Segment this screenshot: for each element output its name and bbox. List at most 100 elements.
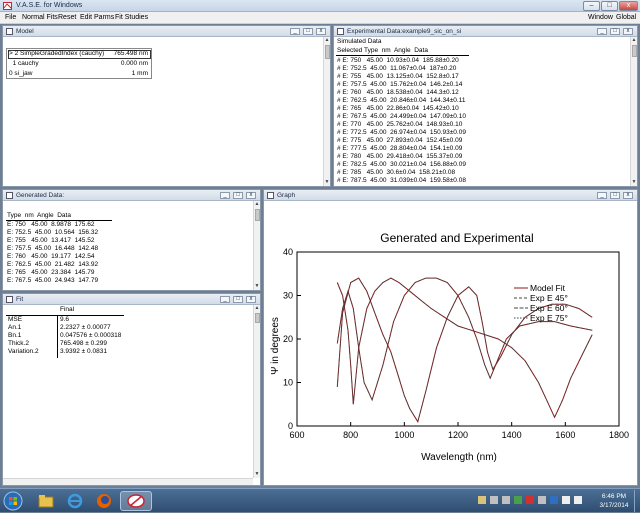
experimental-data-row[interactable]: # E: 777.5 45.00 28.804±0.04 154.1±0.09 [337,145,462,153]
experimental-data-row[interactable]: # E: 750 45.00 10.93±0.04 185.88±0.20 [337,57,459,65]
menu-normal-fits[interactable]: Normal Fits [22,14,58,21]
window-minimize-button[interactable]: _ [597,192,607,199]
experimental-data-row[interactable]: # E: 772.5 45.00 26.974±0.04 150.93±0.09 [337,129,466,137]
tray-icon[interactable] [526,496,534,504]
close-button[interactable]: x [619,1,638,11]
minimize-button[interactable]: – [583,1,600,11]
window-minimize-button[interactable]: _ [290,28,300,35]
window-close-button[interactable]: x [623,192,633,199]
experimental-data-window: Experimental Data:example9_sic_on_si _ □… [333,25,638,187]
experimental-data-row[interactable]: # E: 785 45.00 30.6±0.04 158.21±0.08 [337,169,455,177]
scroll-down-icon[interactable]: ▼ [631,179,637,186]
experimental-data-row[interactable]: # E: 767.5 45.00 24.499±0.04 147.09±0.10 [337,113,466,121]
experimental-data-row[interactable]: # E: 765 45.00 22.86±0.04 145.42±0.10 [337,105,459,113]
chart-title: Generated and Experimental [380,231,533,245]
fit-parameter-value[interactable]: 765.498 ± 0.299 [60,340,107,348]
experimental-scrollbar[interactable]: ▲ ▼ [630,37,637,186]
generated-data-row[interactable]: E: 760 45.00 19.177 142.54 [7,253,94,261]
fit-parameter-value[interactable]: 9.6 [60,316,69,324]
scroll-down-icon[interactable]: ▼ [254,283,260,290]
window-maximize-button[interactable]: □ [233,296,243,303]
tray-icon[interactable] [550,496,558,504]
network-icon[interactable] [562,496,570,504]
y-tick-label: 10 [283,378,293,388]
window-maximize-button[interactable]: □ [233,192,243,199]
model-layer-label[interactable]: 1 cauchy [9,60,39,68]
y-tick-label: 40 [283,247,293,257]
experimental-data-row[interactable]: # E: 762.5 45.00 20.846±0.04 144.34±0.11 [337,97,465,105]
experimental-data-row[interactable]: # E: 775 45.00 27.893±0.04 152.45±0.09 [337,137,462,145]
tray-icon[interactable] [502,496,510,504]
experimental-data-row[interactable]: # E: 755 45.00 13.125±0.04 152.8±0.17 [337,73,459,81]
menu-reset[interactable]: Reset [58,14,76,21]
taskbar-explorer[interactable] [33,491,59,511]
generated-data-row[interactable]: E: 765 45.00 23.384 145.79 [7,269,94,277]
window-minimize-button[interactable]: _ [220,296,230,303]
clock-time: 6:46 PM [601,493,627,500]
experimental-data-row[interactable]: # E: 752.5 45.00 11.067±0.04 187±0.20 [337,65,456,73]
fit-horizontal-scrollbar[interactable] [3,478,253,485]
window-minimize-button[interactable]: _ [220,192,230,199]
generated-data-row[interactable]: E: 767.5 45.00 24.943 147.79 [7,277,98,285]
experimental-data-row[interactable]: # E: 782.5 45.00 30.021±0.04 156.88±0.09 [337,161,466,169]
fit-parameter-value[interactable]: 0.047576 ± 0.000318 [60,332,121,340]
scroll-up-icon[interactable]: ▲ [631,37,637,44]
start-button[interactable] [2,491,24,511]
psi-chart[interactable]: Generated and Experimental Wavelength (n… [264,201,637,485]
scroll-thumb[interactable] [325,45,330,59]
window-minimize-button[interactable]: _ [597,28,607,35]
generated-scrollbar[interactable]: ▲ ▼ [253,201,260,290]
generated-data-row[interactable]: E: 762.5 45.00 21.482 143.92 [7,261,98,269]
window-close-button[interactable]: x [246,192,256,199]
clock[interactable]: 6:46 PM 3/17/2014 [598,492,630,510]
scroll-down-icon[interactable]: ▼ [254,471,260,478]
window-maximize-button[interactable]: □ [303,28,313,35]
menu-fit-studies[interactable]: Fit Studies [115,14,148,21]
generated-data-row[interactable]: E: 755 45.00 13.417 145.52 [7,237,94,245]
generated-data-row[interactable]: E: 750 45.00 8.9878 175.62 [7,221,94,229]
window-close-button[interactable]: x [623,28,633,35]
tray-icon[interactable] [478,496,486,504]
taskbar-vase[interactable] [120,491,152,511]
volume-icon[interactable] [574,496,582,504]
scroll-up-icon[interactable]: ▲ [254,305,260,312]
show-desktop-button[interactable] [634,490,639,512]
model-layer-label[interactable]: 0 si_jaw [9,70,32,78]
menu-file[interactable]: File [5,14,16,21]
menu-global[interactable]: Global [616,14,636,21]
fit-column-header: Final [60,306,75,313]
fit-parameter-value[interactable]: 3.9392 ± 0.0831 [60,348,107,356]
experimental-data-row[interactable]: # E: 770 45.00 25.762±0.04 148.93±0.10 [337,121,462,129]
menu-edit-parms[interactable]: Edit Parms [80,14,114,21]
window-close-button[interactable]: x [316,28,326,35]
taskbar-ie[interactable] [62,491,88,511]
experimental-data-row[interactable]: # E: 787.5 45.00 31.039±0.04 159.58±0.08 [337,177,466,185]
scroll-up-icon[interactable]: ▲ [254,201,260,208]
scroll-up-icon[interactable]: ▲ [324,37,330,44]
fit-parameter-value[interactable]: 2.2327 ± 0.00077 [60,324,111,332]
window-maximize-button[interactable]: □ [610,28,620,35]
tray-icon[interactable] [514,496,522,504]
generated-data-row[interactable]: E: 752.5 45.00 10.564 156.32 [7,229,98,237]
generated-window-caption: Generated Data: _ □ x [3,190,260,201]
fit-parameter-name: Bn.1 [8,332,22,339]
scroll-thumb[interactable] [255,209,260,221]
tray-icon[interactable] [538,496,546,504]
experimental-data-row[interactable]: # E: 760 45.00 18.538±0.04 144.3±0.12 [337,89,459,97]
fit-window: Fit _ □ x Final MSE 9.6 An.1 2.2327 ± 0.000… [2,293,261,486]
scroll-thumb[interactable] [632,45,637,57]
experimental-data-row[interactable]: # E: 757.5 45.00 15.762±0.04 146.2±0.14 [337,81,462,89]
maximize-button[interactable]: □ [601,1,618,11]
model-scrollbar[interactable]: ▲ ▼ [323,37,330,186]
scroll-thumb[interactable] [255,313,260,323]
scroll-down-icon[interactable]: ▼ [324,179,330,186]
plot-frame [296,251,620,427]
taskbar-firefox[interactable] [91,491,117,511]
menu-window[interactable]: Window [588,14,613,21]
experimental-data-row[interactable]: # E: 780 45.00 29.418±0.04 155.37±0.09 [337,153,462,161]
generated-data-row[interactable]: E: 757.5 45.00 16.448 142.48 [7,245,98,253]
window-maximize-button[interactable]: □ [610,192,620,199]
tray-icon[interactable] [490,496,498,504]
fit-scrollbar[interactable]: ▲ ▼ [253,305,260,478]
window-close-button[interactable]: x [246,296,256,303]
